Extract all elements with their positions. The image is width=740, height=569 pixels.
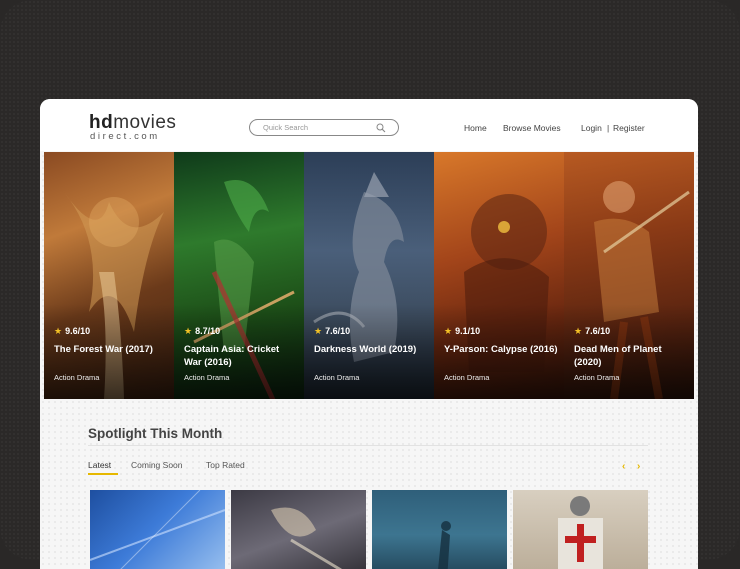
logo-subtext: direct.com [90,131,160,142]
star-icon: ★ [184,326,193,336]
tab-coming-soon[interactable]: Coming Soon [131,460,183,470]
movie-genre: Action Drama [574,373,620,382]
movie-title[interactable]: Darkness World (2019) [314,343,429,356]
thumbnail-artwork [271,507,342,569]
rating: ★ 7.6/10 [574,326,610,337]
nav-separator: | [607,123,610,133]
movie-title[interactable]: Y-Parson: Calypse (2016) [444,343,559,356]
search-box[interactable]: Quick Search [249,119,399,136]
rating: ★ 8.7/10 [184,326,220,337]
search-input[interactable]: Quick Search [263,123,308,132]
section-divider [88,445,648,446]
rating-value: 7.6/10 [325,326,351,336]
site-header: hdmovies direct.com Quick Search Home Br… [40,99,698,151]
movie-title[interactable]: The Forest War (2017) [54,343,169,356]
rating-value: 9.6/10 [65,326,91,336]
logo-rest-part: movies [113,112,177,133]
star-icon: ★ [54,326,63,336]
device-frame: hdmovies direct.com Quick Search Home Br… [0,0,740,569]
spotlight-thumbnail[interactable] [90,490,225,569]
nav-register[interactable]: Register [613,123,645,133]
rating: ★ 9.1/10 [444,326,480,337]
spotlight-thumbnail[interactable] [372,490,507,569]
movie-genre: Action Drama [314,373,360,382]
movie-genre: Action Drama [184,373,230,382]
site-logo[interactable]: hdmovies direct.com [89,113,189,143]
rating-value: 9.1/10 [455,326,481,336]
hero-poster[interactable]: ★ 9.1/10 Y-Parson: Calypse (2016) Action … [434,152,564,399]
hero-carousel: ★ 9.6/10 The Forest War (2017) Action Dra… [44,152,694,399]
movie-title[interactable]: Captain Asia: Cricket War (2016) [184,343,299,369]
thumbnail-artwork [438,521,451,569]
spotlight-thumbnail[interactable] [231,490,366,569]
section-title: Spotlight This Month [88,426,223,441]
rating-value: 8.7/10 [195,326,221,336]
thumbnail-artwork [558,496,603,569]
thumbnail-artwork [90,490,225,569]
carousel-prev-icon[interactable]: ‹ [622,461,625,472]
movie-title[interactable]: Dead Men of Planet (2020) [574,343,689,369]
star-icon: ★ [314,326,323,336]
rating: ★ 9.6/10 [54,326,90,337]
nav-home[interactable]: Home [464,123,487,133]
hero-poster[interactable]: ★ 8.7/10 Captain Asia: Cricket War (2016)… [174,152,304,399]
hero-poster[interactable]: ★ 7.6/10 Darkness World (2019) Action Dra… [304,152,434,399]
active-tab-underline [88,473,118,475]
spotlight-thumbnail[interactable] [513,490,648,569]
logo-bold-part: hd [89,112,114,133]
rating: ★ 7.6/10 [314,326,350,337]
star-icon: ★ [444,326,453,336]
nav-browse-movies[interactable]: Browse Movies [503,123,561,133]
browser-screen: hdmovies direct.com Quick Search Home Br… [40,99,698,569]
movie-genre: Action Drama [444,373,490,382]
search-icon[interactable] [376,123,386,133]
movie-genre: Action Drama [54,373,100,382]
rating-value: 7.6/10 [585,326,611,336]
hero-poster[interactable]: ★ 9.6/10 The Forest War (2017) Action Dra… [44,152,174,399]
carousel-next-icon[interactable]: › [637,461,640,472]
nav-login[interactable]: Login [581,123,602,133]
logo-wordmark: hdmovies [89,113,176,133]
tab-top-rated[interactable]: Top Rated [206,460,245,470]
hero-poster[interactable]: ★ 7.6/10 Dead Men of Planet (2020) Action… [564,152,694,399]
tab-latest[interactable]: Latest [88,460,111,470]
star-icon: ★ [574,326,583,336]
